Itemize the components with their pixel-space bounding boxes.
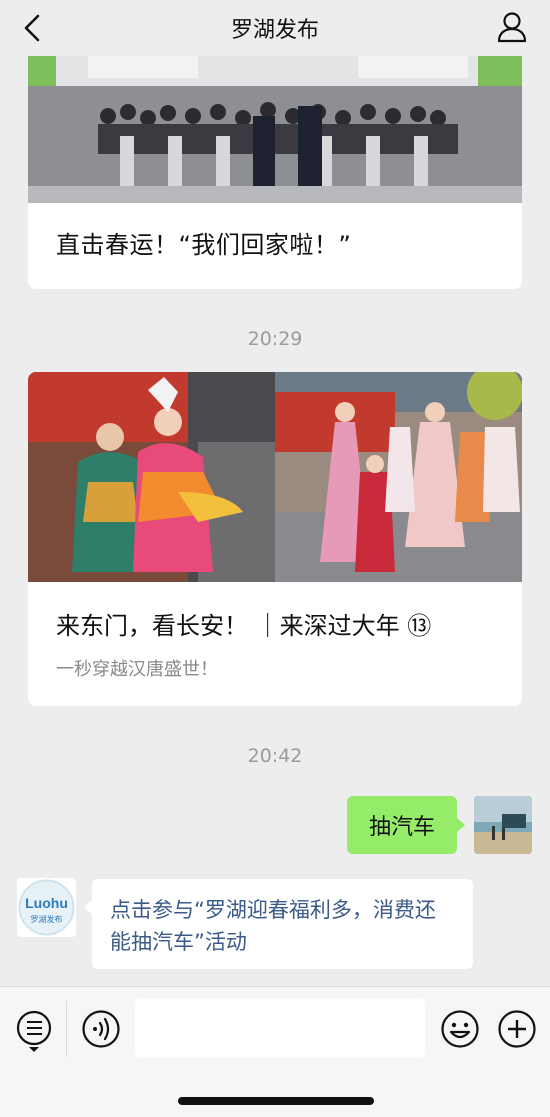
plus-icon[interactable] [497,1009,537,1049]
article-summary: 一秒穿越汉唐盛世！ [56,659,218,680]
message-link-text[interactable]: 点击参与“罗湖迎春福利多，消费还能抽汽车”活动 [110,898,436,954]
message-input[interactable] [135,999,425,1057]
input-bar [0,986,550,1117]
person-icon[interactable] [496,10,528,44]
avatar-logo-subtext: 罗湖发布 [31,914,63,924]
avatar-logo-text: Luohu [25,895,68,911]
timestamp: 20:42 [247,745,303,767]
station-gate-image [28,56,522,203]
article-title: 来东门，看长安！ ｜来深过大年 ⑬ [56,612,432,640]
article-card-dongmen[interactable]: 来东门，看长安！ ｜来深过大年 ⑬ 一秒穿越汉唐盛世！ [28,372,522,706]
voice-icon[interactable] [81,1009,121,1049]
incoming-message[interactable]: 点击参与“罗湖迎春福利多，消费还能抽汽车”活动 [84,879,473,969]
article-title: 直击春运！“我们回家啦！” [56,231,352,259]
divider [66,1001,67,1057]
timestamp: 20:29 [247,328,303,350]
chat-title: 罗湖发布 [230,18,319,43]
emoji-icon[interactable] [440,1009,480,1049]
list-menu-icon[interactable] [15,1009,53,1053]
outgoing-message[interactable]: 抽汽车 [347,796,465,854]
avatar[interactable] [474,796,532,854]
hanfu-parade-image [275,372,522,582]
avatar[interactable]: Luohu 罗湖发布 [17,878,76,937]
home-indicator [178,1097,374,1105]
article-card-spring-travel[interactable]: 直击春运！“我们回家啦！” [28,56,522,289]
dancer-image [28,372,275,582]
chat-header: 罗湖发布 [0,0,550,56]
back-chevron-icon[interactable] [18,12,48,44]
message-text: 抽汽车 [368,815,435,840]
chat-area[interactable]: 直击春运！“我们回家啦！” 20:29 来东门，看长安！ ｜来深过大年 ⑬ 一秒… [0,56,550,986]
